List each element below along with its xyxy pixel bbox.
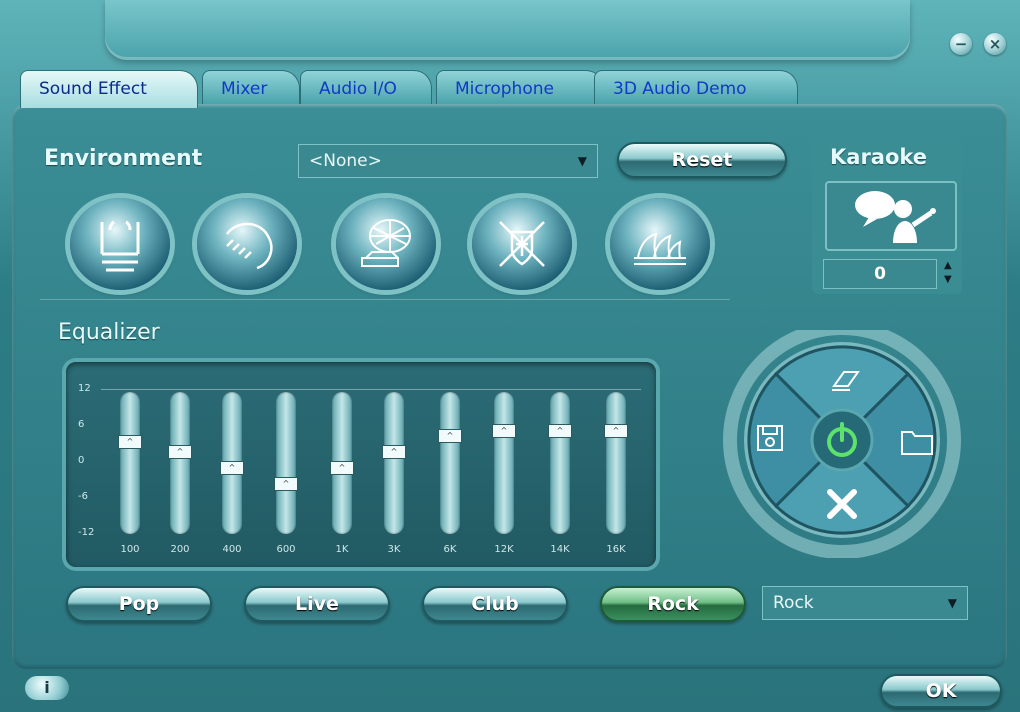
eq-slider-thumb[interactable]: ^	[118, 434, 142, 449]
equalizer-title: Equalizer	[58, 320, 160, 345]
shower-icon	[225, 222, 273, 270]
karaoke-singer-icon	[855, 191, 936, 243]
stepper-up-icon[interactable]: ▲	[944, 259, 952, 273]
eq-slider-600[interactable]: ^	[274, 392, 298, 534]
eq-slider-100[interactable]: ^	[118, 392, 142, 534]
eq-slider-thumb[interactable]: ^	[274, 477, 298, 492]
control-wheel	[723, 330, 961, 558]
wheel-power-button[interactable]	[810, 408, 874, 472]
tab-sound-effect[interactable]: Sound Effect	[20, 70, 198, 108]
eq-frequency-label: 6K	[443, 544, 457, 555]
tab-microphone[interactable]: Microphone	[436, 70, 604, 104]
eq-frequency-label: 3K	[387, 544, 401, 555]
minimize-button[interactable]: −	[950, 33, 972, 55]
eq-frequency-label: 200	[170, 544, 190, 555]
env-opera-house-button[interactable]	[610, 198, 710, 290]
eq-gridline	[101, 389, 641, 390]
env-stadium-button[interactable]	[336, 198, 436, 290]
env-bathroom-button[interactable]	[70, 198, 170, 290]
eq-slider-thumb[interactable]: ^	[330, 461, 354, 476]
chevron-down-icon: ▼	[577, 154, 587, 168]
title-bar	[105, 0, 910, 60]
eq-preset-select-value: Rock	[773, 593, 814, 613]
eq-slider-16k[interactable]: ^	[604, 392, 628, 534]
eq-slider-400[interactable]: ^	[220, 392, 244, 534]
tab-mixer[interactable]: Mixer	[202, 70, 300, 104]
env-colosseum-button[interactable]	[472, 198, 572, 290]
close-button[interactable]: ×	[984, 33, 1006, 55]
env-shower-button[interactable]	[197, 198, 297, 290]
info-button[interactable]: i	[25, 676, 69, 700]
preset-rock-button[interactable]: Rock	[600, 586, 746, 622]
eq-slider-12k[interactable]: ^	[492, 392, 516, 534]
eq-frequency-label: 1K	[335, 544, 349, 555]
preset-club-button[interactable]: Club	[422, 586, 568, 622]
eq-frequency-label: 400	[222, 544, 242, 555]
eq-preset-select[interactable]: Rock ▼	[762, 586, 968, 620]
eq-axis-label: 6	[78, 419, 85, 430]
opera-house-icon	[634, 232, 686, 265]
section-divider	[40, 299, 730, 300]
eq-slider-thumb[interactable]: ^	[548, 424, 572, 438]
preset-live-button[interactable]: Live	[244, 586, 390, 622]
eq-slider-14k[interactable]: ^	[548, 392, 572, 534]
eq-slider-6k[interactable]: ^	[438, 392, 462, 534]
tab-audio-io[interactable]: Audio I/O	[300, 70, 432, 104]
chevron-down-icon: ▼	[947, 596, 957, 610]
eq-frequency-label: 100	[120, 544, 140, 555]
eq-slider-thumb[interactable]: ^	[438, 429, 462, 444]
eq-slider-1k[interactable]: ^	[330, 392, 354, 534]
tab-3d-audio-demo[interactable]: 3D Audio Demo	[594, 70, 798, 104]
eq-axis-label: 12	[78, 383, 91, 394]
karaoke-value-field[interactable]: 0	[823, 259, 937, 289]
preset-pop-button[interactable]: Pop	[66, 586, 212, 622]
eq-frequency-label: 600	[276, 544, 296, 555]
stepper-down-icon[interactable]: ▼	[944, 273, 952, 287]
karaoke-stepper[interactable]: ▲ ▼	[944, 259, 952, 287]
colosseum-icon	[499, 221, 545, 267]
eq-slider-thumb[interactable]: ^	[382, 445, 406, 460]
eq-slider-thumb[interactable]: ^	[492, 424, 516, 438]
eq-slider-thumb[interactable]: ^	[604, 424, 628, 438]
ok-button[interactable]: OK	[880, 674, 1002, 708]
eq-slider-200[interactable]: ^	[168, 392, 192, 534]
karaoke-title: Karaoke	[830, 145, 928, 169]
eq-slider-3k[interactable]: ^	[382, 392, 406, 534]
eq-axis-label: -12	[78, 527, 95, 538]
eq-slider-thumb[interactable]: ^	[220, 461, 244, 476]
reset-button[interactable]: Reset	[617, 142, 787, 178]
stadium-icon	[361, 219, 411, 267]
karaoke-button[interactable]	[825, 181, 957, 251]
environment-title: Environment	[44, 146, 203, 171]
eq-axis-label: -6	[78, 491, 88, 502]
eq-frequency-label: 12K	[494, 544, 514, 555]
eq-slider-thumb[interactable]: ^	[168, 445, 192, 460]
environment-select[interactable]: <None> ▼	[298, 144, 598, 178]
environment-select-value: <None>	[309, 151, 382, 171]
bathroom-icon	[100, 220, 140, 272]
eq-frequency-label: 16K	[606, 544, 626, 555]
eq-frequency-label: 14K	[550, 544, 570, 555]
eq-axis-label: 0	[78, 455, 85, 466]
